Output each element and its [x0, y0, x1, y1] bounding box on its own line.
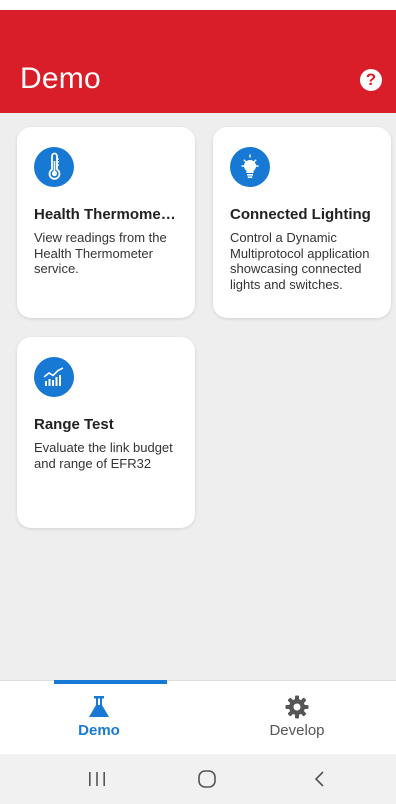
- card-connected-lighting[interactable]: Connected Lighting Control a Dynamic Mul…: [213, 127, 391, 318]
- system-navigation-bar: [0, 754, 396, 804]
- demo-grid: Health Thermometer View readings from th…: [0, 113, 396, 680]
- card-description: Evaluate the link budget and range of EF…: [34, 440, 173, 471]
- home-icon[interactable]: [195, 768, 219, 790]
- thermometer-icon: [34, 147, 74, 187]
- card-health-thermometer[interactable]: Health Thermometer View readings from th…: [17, 127, 195, 318]
- card-title: Connected Lighting: [230, 206, 371, 223]
- card-description: View readings from the Health Thermomete…: [34, 230, 167, 276]
- card-description: Control a Dynamic Multiprotocol applicat…: [230, 230, 370, 292]
- tab-develop[interactable]: Develop: [198, 681, 396, 754]
- page-title: Demo: [20, 62, 101, 95]
- card-title: Health Thermometer: [34, 206, 179, 223]
- lightbulb-icon: [230, 147, 270, 187]
- tab-label: Develop: [269, 722, 325, 739]
- tab-label: Demo: [78, 722, 120, 739]
- range-chart-icon: [34, 357, 74, 397]
- gear-icon: [284, 694, 310, 720]
- help-icon[interactable]: ?: [360, 69, 382, 91]
- bottom-navigation: Demo Develop: [0, 680, 396, 754]
- card-range-test[interactable]: Range Test Evaluate the link budget and …: [17, 337, 195, 528]
- status-bar: [0, 0, 396, 10]
- tab-selected-indicator: [54, 680, 167, 684]
- back-icon[interactable]: [308, 768, 332, 790]
- flask-icon: [86, 694, 112, 720]
- app-bar: Demo ?: [0, 10, 396, 113]
- tab-demo[interactable]: Demo: [0, 680, 198, 754]
- recents-icon[interactable]: [85, 768, 109, 790]
- card-title: Range Test: [34, 416, 114, 433]
